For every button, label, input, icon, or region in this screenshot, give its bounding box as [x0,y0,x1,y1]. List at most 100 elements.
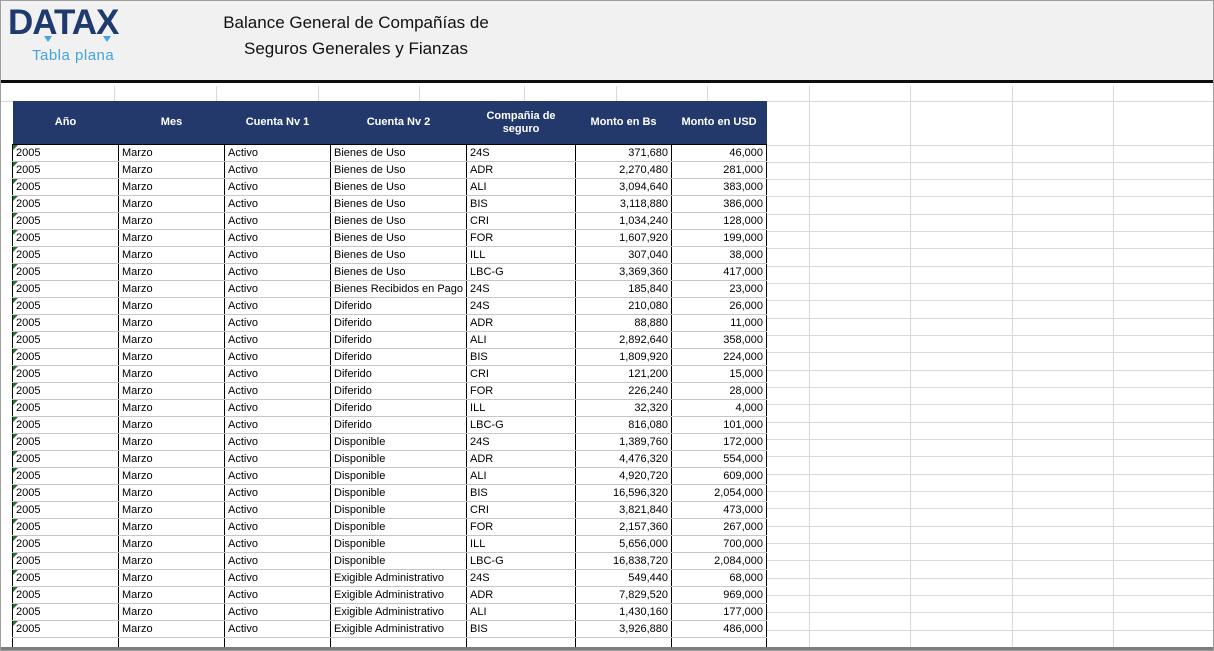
cell-monto-usd[interactable]: 11,000 [672,315,767,332]
cell-cuenta-nv2[interactable]: Bienes de Uso [331,264,467,281]
cell-ano[interactable]: 2005 [13,162,119,179]
cell-mes[interactable]: Marzo [119,587,225,604]
cell-mes[interactable]: Marzo [119,213,225,230]
cell-ano[interactable]: 2005 [13,434,119,451]
cell-mes[interactable]: Marzo [119,570,225,587]
cell-monto-bs[interactable]: 32,320 [576,400,672,417]
cell-ano[interactable]: 2005 [13,145,119,162]
cell-cuenta-nv2[interactable]: Exigible Administrativo [331,604,467,621]
cell-monto-bs[interactable]: 3,926,880 [576,621,672,638]
cell-monto-bs[interactable]: 1,389,760 [576,434,672,451]
cell-monto-bs[interactable]: 185,840 [576,281,672,298]
cell-ano[interactable]: 2005 [13,213,119,230]
cell-compania[interactable]: ILL [467,400,576,417]
cell-cuenta-nv2[interactable]: Bienes de Uso [331,213,467,230]
cell-mes[interactable]: Marzo [119,264,225,281]
cell-compania[interactable]: LBC-G [467,553,576,570]
cell-monto-usd[interactable]: 2,084,000 [672,553,767,570]
cell-mes[interactable]: Marzo [119,621,225,638]
cell-monto-bs[interactable]: 371,680 [576,145,672,162]
cell-cuenta-nv2[interactable]: Diferido [331,366,467,383]
cell-monto-bs[interactable]: 3,118,880 [576,196,672,213]
cell-monto-usd[interactable]: 177,000 [672,604,767,621]
cell-mes[interactable]: Marzo [119,281,225,298]
cell-cuenta-nv1[interactable]: Activo [225,383,331,400]
cell-ano[interactable]: 2005 [13,400,119,417]
cell-monto-bs[interactable]: 307,040 [576,247,672,264]
column-header-ano[interactable]: Año [13,101,119,145]
cell-compania[interactable]: 24S [467,145,576,162]
cell-compania[interactable]: ADR [467,315,576,332]
cell-ano[interactable]: 2005 [13,417,119,434]
cell-cuenta-nv2[interactable]: Exigible Administrativo [331,621,467,638]
cell-ano[interactable]: 2005 [13,553,119,570]
cell-cuenta-nv2[interactable]: Bienes de Uso [331,179,467,196]
cell-mes[interactable]: Marzo [119,502,225,519]
cell-compania[interactable]: ALI [467,604,576,621]
cell-monto-usd[interactable]: 15,000 [672,366,767,383]
cell-cuenta-nv1[interactable]: Activo [225,298,331,315]
cell-mes[interactable]: Marzo [119,400,225,417]
cell-cuenta-nv2[interactable]: Diferido [331,383,467,400]
cell-mes[interactable]: Marzo [119,383,225,400]
column-header-compania[interactable]: Compañia de seguro [467,101,576,145]
cell-cuenta-nv2[interactable]: Disponible [331,502,467,519]
cell-ano[interactable]: 2005 [13,485,119,502]
cell-monto-usd[interactable]: 969,000 [672,587,767,604]
cell-monto-bs[interactable]: 88,880 [576,315,672,332]
cell-ano[interactable]: 2005 [13,604,119,621]
column-header-cuenta-nv2[interactable]: Cuenta Nv 2 [331,101,467,145]
cell-cuenta-nv2[interactable]: Diferido [331,400,467,417]
cell-monto-usd[interactable]: 383,000 [672,179,767,196]
cell-ano[interactable]: 2005 [13,536,119,553]
cell-compania[interactable]: 24S [467,281,576,298]
cell-cuenta-nv2[interactable]: Diferido [331,349,467,366]
cell-ano[interactable]: 2005 [13,315,119,332]
cell-cuenta-nv1[interactable]: Activo [225,468,331,485]
cell-monto-bs[interactable]: 121,200 [576,366,672,383]
cell-compania[interactable]: FOR [467,383,576,400]
cell-cuenta-nv1[interactable]: Activo [225,179,331,196]
cell-ano[interactable]: 2005 [13,247,119,264]
cell-cuenta-nv1[interactable]: Activo [225,162,331,179]
cell-ano[interactable]: 2005 [13,366,119,383]
cell-cuenta-nv2[interactable]: Exigible Administrativo [331,570,467,587]
cell-monto-usd[interactable]: 2,054,000 [672,485,767,502]
cell-ano[interactable]: 2005 [13,502,119,519]
cell-monto-bs[interactable]: 16,838,720 [576,553,672,570]
cell-mes[interactable]: Marzo [119,196,225,213]
cell-monto-bs[interactable]: 3,821,840 [576,502,672,519]
cell-mes[interactable]: Marzo [119,553,225,570]
cell-mes[interactable]: Marzo [119,230,225,247]
column-header-cuenta-nv1[interactable]: Cuenta Nv 1 [225,101,331,145]
cell-cuenta-nv1[interactable]: Activo [225,553,331,570]
cell-cuenta-nv1[interactable]: Activo [225,366,331,383]
cell-mes[interactable]: Marzo [119,247,225,264]
cell-compania[interactable]: BIS [467,349,576,366]
cell-mes[interactable]: Marzo [119,332,225,349]
cell-cuenta-nv2[interactable]: Bienes de Uso [331,230,467,247]
column-header-monto-bs[interactable]: Monto en Bs [576,101,672,145]
cell-cuenta-nv2[interactable]: Disponible [331,553,467,570]
cell-monto-usd[interactable]: 101,000 [672,417,767,434]
cell-monto-bs[interactable]: 549,440 [576,570,672,587]
cell-monto-usd[interactable]: 486,000 [672,621,767,638]
cell-ano[interactable]: 2005 [13,196,119,213]
cell-cuenta-nv2[interactable]: Bienes de Uso [331,162,467,179]
cell-monto-bs[interactable]: 16,596,320 [576,485,672,502]
cell-monto-bs[interactable]: 1,809,920 [576,349,672,366]
cell-monto-bs[interactable]: 3,369,360 [576,264,672,281]
cell-compania[interactable]: CRI [467,213,576,230]
cell-monto-bs[interactable]: 1,430,160 [576,604,672,621]
cell-monto-bs[interactable]: 4,920,720 [576,468,672,485]
cell-mes[interactable]: Marzo [119,417,225,434]
cell-monto-usd[interactable]: 386,000 [672,196,767,213]
cell-ano[interactable]: 2005 [13,570,119,587]
cell-monto-usd[interactable]: 46,000 [672,145,767,162]
cell-cuenta-nv1[interactable]: Activo [225,519,331,536]
cell-ano[interactable]: 2005 [13,179,119,196]
cell-ano[interactable]: 2005 [13,349,119,366]
cell-cuenta-nv1[interactable]: Activo [225,145,331,162]
cell-ano[interactable]: 2005 [13,383,119,400]
cell-ano[interactable]: 2005 [13,621,119,638]
